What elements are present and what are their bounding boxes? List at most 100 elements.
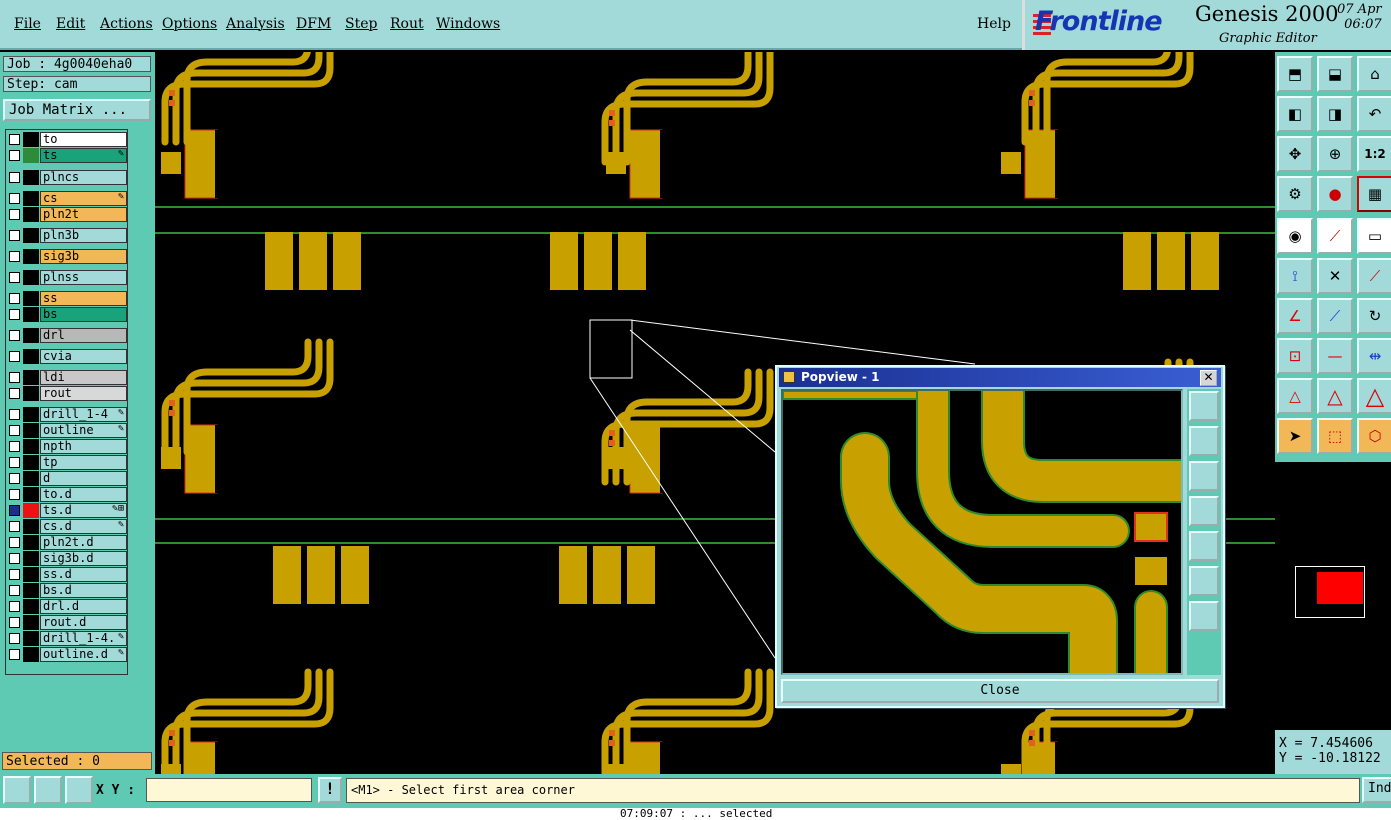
popview-canvas[interactable] [781, 389, 1183, 675]
undo-zoom-icon[interactable]: ↶ [1357, 96, 1391, 132]
snap-angle-icon[interactable] [34, 776, 62, 804]
popview-close-button[interactable]: Close [781, 679, 1219, 703]
layer-row[interactable]: drl.d [6, 599, 127, 614]
layer-checkbox[interactable] [9, 601, 20, 612]
popview-zoom-icon[interactable] [1189, 391, 1219, 421]
job-matrix-button[interactable]: Job Matrix ... [3, 99, 151, 121]
layer-checkbox[interactable] [9, 457, 20, 468]
scale-icon[interactable]: 1:2 [1357, 136, 1391, 172]
ind-button[interactable]: Ind [1362, 777, 1391, 803]
layer-row[interactable]: ts ✎ [6, 148, 127, 163]
layer-checkbox[interactable] [9, 150, 20, 161]
layer-row[interactable]: tp [6, 455, 127, 470]
layer-row[interactable]: pln3b [6, 228, 127, 243]
triangle-medium-icon[interactable]: △ [1317, 378, 1353, 414]
layer-checkbox[interactable] [9, 569, 20, 580]
layer-row[interactable]: drill_1-4 ✎ [6, 407, 127, 422]
layer-checkbox[interactable] [9, 489, 20, 500]
layer-row[interactable]: to.d [6, 487, 127, 502]
menu-options[interactable]: Options [162, 16, 217, 32]
layer-row[interactable]: cvia [6, 349, 127, 364]
layer-checkbox[interactable] [9, 441, 20, 452]
popview-center-icon[interactable] [1189, 601, 1219, 631]
layer-checkbox[interactable] [9, 633, 20, 644]
line-point-icon[interactable]: ⟋ [1357, 258, 1391, 294]
layer-row[interactable]: drill_1-4. ✎ [6, 631, 127, 646]
layer-row[interactable]: ts.d ✎⊞ [6, 503, 127, 518]
layer-checkbox[interactable] [9, 230, 20, 241]
layer-checkbox[interactable] [9, 537, 20, 548]
layer-checkbox[interactable] [9, 553, 20, 564]
layer-row[interactable]: sig3b.d [6, 551, 127, 566]
layer-row[interactable]: to [6, 132, 127, 147]
layer-checkbox[interactable] [9, 193, 20, 204]
layer-row[interactable]: rout.d [6, 615, 127, 630]
horizontal-line-icon[interactable]: — [1317, 338, 1353, 374]
triangle-small-icon[interactable]: △ [1277, 378, 1313, 414]
grid-icon[interactable]: ▦ [1357, 176, 1391, 212]
popview-up-icon[interactable] [1189, 426, 1219, 456]
menu-help[interactable]: Help [977, 16, 1011, 32]
layer-row[interactable]: sig3b [6, 249, 127, 264]
layer-checkbox[interactable] [9, 293, 20, 304]
popview-right-icon[interactable] [1189, 531, 1219, 561]
menu-edit[interactable]: Edit [56, 16, 85, 32]
layer-checkbox[interactable] [9, 505, 20, 516]
layer-row[interactable]: cs.d ✎ [6, 519, 127, 534]
warning-icon[interactable]: ! [318, 777, 342, 803]
select-box-icon[interactable]: ⬚ [1317, 418, 1353, 454]
menu-dfm[interactable]: DFM [296, 16, 331, 32]
zoom-home-icon[interactable]: ⬒ [1277, 56, 1313, 92]
snap-icon[interactable]: ● [1317, 176, 1353, 212]
layer-checkbox[interactable] [9, 388, 20, 399]
layer-row[interactable]: d [6, 471, 127, 486]
overview-map[interactable] [1275, 462, 1391, 730]
popview-titlebar[interactable]: Popview - 1 ✕ [779, 368, 1221, 387]
layer-checkbox[interactable] [9, 521, 20, 532]
snap-point-icon[interactable]: ⊡ [1277, 338, 1313, 374]
layer-row[interactable]: cs ✎ [6, 191, 127, 206]
cross-icon[interactable]: ✕ [1317, 258, 1353, 294]
layer-row[interactable]: bs [6, 307, 127, 322]
layer-checkbox[interactable] [9, 209, 20, 220]
layer-row[interactable]: pln2t.d [6, 535, 127, 550]
snap-corner-icon[interactable] [3, 776, 31, 804]
layer-checkbox[interactable] [9, 272, 20, 283]
layer-checkbox[interactable] [9, 473, 20, 484]
menu-file[interactable]: File [14, 16, 41, 32]
diagonal-line-icon[interactable]: ⟋ [1317, 298, 1353, 334]
layer-row[interactable]: pln2t [6, 207, 127, 222]
menu-windows[interactable]: Windows [436, 16, 500, 32]
layer-checkbox[interactable] [9, 309, 20, 320]
layer-row[interactable]: ss [6, 291, 127, 306]
layer-row[interactable]: ss.d [6, 567, 127, 582]
pad-icon[interactable]: ◉ [1277, 218, 1313, 254]
rotate-icon[interactable]: ↻ [1357, 298, 1391, 334]
ruler-icon[interactable]: ▭ [1357, 218, 1391, 254]
home-icon[interactable]: ⌂ [1357, 56, 1391, 92]
layer-checkbox[interactable] [9, 409, 20, 420]
layer-row[interactable]: bs.d [6, 583, 127, 598]
select-pointer-icon[interactable]: ➤ [1277, 418, 1313, 454]
menu-step[interactable]: Step [345, 16, 377, 32]
layer-row[interactable]: rout [6, 386, 127, 401]
measure-icon[interactable]: ⇹ [1357, 338, 1391, 374]
menu-rout[interactable]: Rout [390, 16, 424, 32]
layer-checkbox[interactable] [9, 330, 20, 341]
angle-icon[interactable]: ∠ [1277, 298, 1313, 334]
layer-row[interactable]: outline.d ✎ [6, 647, 127, 662]
layer-checkbox[interactable] [9, 617, 20, 628]
pan-left-icon[interactable]: ◧ [1277, 96, 1313, 132]
layer-checkbox[interactable] [9, 425, 20, 436]
triangle-large-icon[interactable]: △ [1357, 378, 1391, 414]
layer-checkbox[interactable] [9, 134, 20, 145]
zoom-down-icon[interactable]: ⬓ [1317, 56, 1353, 92]
tools-icon[interactable]: ⚙ [1277, 176, 1313, 212]
select-net-icon[interactable]: ⬡ [1357, 418, 1391, 454]
layer-row[interactable]: plncs [6, 170, 127, 185]
layer-checkbox[interactable] [9, 649, 20, 660]
popview-window[interactable]: Popview - 1 ✕ Close [775, 365, 1225, 708]
popview-fit-icon[interactable] [1189, 566, 1219, 596]
popview-down-icon[interactable] [1189, 461, 1219, 491]
menu-analysis[interactable]: Analysis [226, 16, 285, 32]
